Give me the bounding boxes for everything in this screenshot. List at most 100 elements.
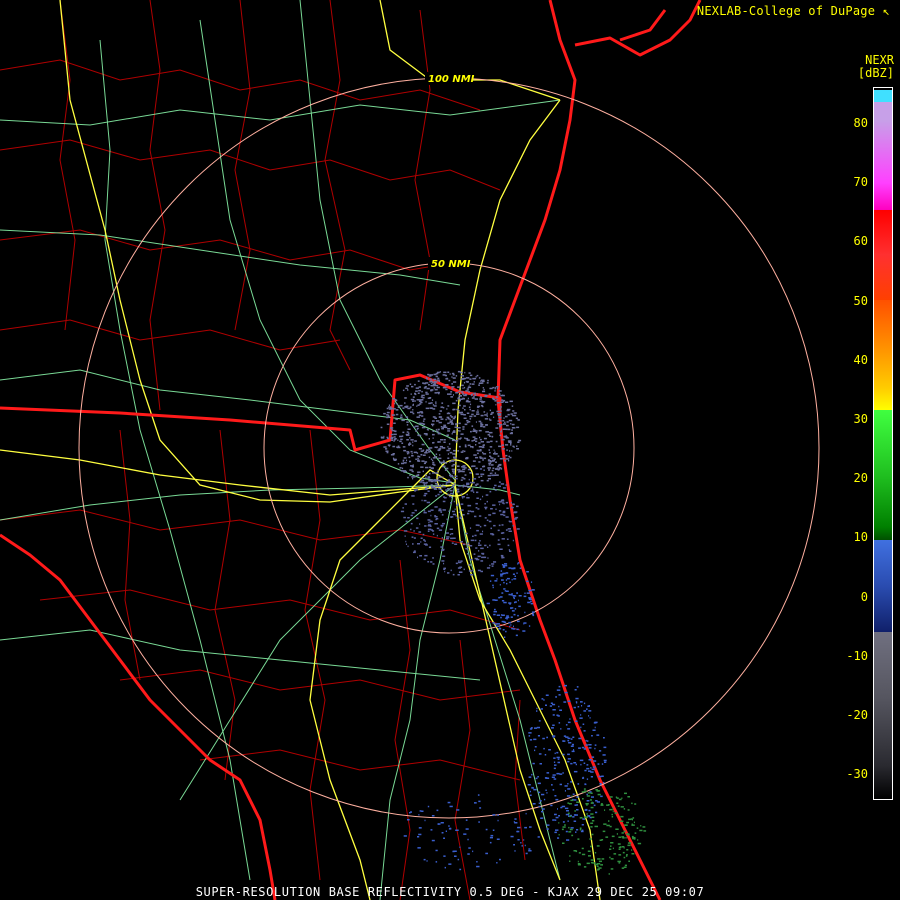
echo-pixel: [462, 377, 466, 380]
echo-pixel: [496, 862, 498, 864]
echo-pixel: [500, 483, 505, 485]
echo-pixel: [452, 417, 456, 420]
echo-pixel: [425, 474, 427, 477]
echo-pixel: [467, 510, 470, 512]
echo-pixel: [438, 509, 442, 512]
echo-pixel: [416, 517, 419, 520]
echo-pixel: [479, 540, 481, 542]
echo-pixel: [464, 444, 467, 446]
echo-pixel: [430, 458, 432, 460]
echo-pixel: [468, 391, 471, 393]
echo-pixel: [452, 463, 456, 466]
echo-pixel: [617, 805, 620, 807]
echo-pixel: [565, 830, 568, 833]
echo-pixel: [411, 512, 415, 514]
echo-pixel: [458, 561, 462, 564]
echo-pixel: [496, 614, 501, 616]
echo-pixel: [420, 401, 423, 404]
echo-pixel: [634, 803, 637, 805]
echo-pixel: [447, 422, 450, 424]
echo-pixel: [489, 387, 493, 390]
echo-pixel: [556, 772, 560, 775]
echo-pixel: [501, 429, 502, 431]
echo-pixel: [604, 809, 606, 811]
echo-pixel: [412, 409, 414, 411]
echo-pixel: [517, 839, 520, 841]
echo-pixel: [477, 508, 480, 510]
echo-pixel: [452, 850, 455, 853]
echo-pixel: [463, 477, 465, 480]
echo-pixel: [454, 415, 456, 417]
echo-pixel: [534, 727, 538, 729]
echo-pixel: [514, 518, 517, 520]
echo-pixel: [628, 860, 630, 862]
echo-pixel: [559, 709, 562, 711]
echo-pixel: [473, 415, 477, 417]
echo-pixel: [558, 815, 560, 817]
echo-pixel: [494, 472, 497, 474]
echo-pixel: [415, 425, 419, 427]
echo-pixel: [447, 418, 450, 420]
echo-pixel: [508, 621, 512, 624]
echo-pixel: [570, 781, 573, 783]
echo-pixel: [509, 450, 511, 452]
echo-pixel: [594, 825, 598, 828]
echo-pixel: [594, 747, 596, 750]
echo-pixel: [491, 565, 494, 567]
echo-pixel: [447, 405, 450, 407]
echo-pixel: [516, 505, 519, 508]
echo-pixel: [432, 420, 435, 422]
echo-pixel: [432, 442, 434, 444]
echo-pixel: [503, 502, 505, 505]
echo-pixel: [417, 404, 420, 406]
echo-pixel: [410, 393, 412, 395]
echo-pixel: [497, 455, 500, 457]
echo-pixel: [482, 451, 484, 454]
echo-pixel: [557, 758, 560, 760]
echo-pixel: [572, 736, 575, 738]
echo-pixel: [505, 579, 508, 581]
echo-pixel: [454, 477, 458, 480]
echo-pixel: [447, 412, 450, 414]
echo-pixel: [573, 850, 577, 852]
echo-pixel: [588, 855, 591, 857]
echo-pixel: [443, 837, 445, 839]
echo-pixel: [575, 697, 579, 700]
echo-pixel: [586, 764, 589, 766]
echo-pixel: [440, 418, 444, 420]
echo-pixel: [435, 428, 437, 431]
echo-pixel: [634, 832, 637, 834]
echo-pixel: [580, 701, 583, 703]
echo-pixel: [534, 749, 536, 752]
echo-pixel: [562, 753, 565, 756]
echo-pixel: [621, 867, 625, 869]
echo-pixel: [436, 483, 438, 486]
echo-pixel: [580, 714, 582, 716]
echo-pixel: [618, 854, 622, 856]
echo-pixel: [540, 708, 543, 710]
echo-pixel: [586, 800, 590, 802]
echo-pixel: [451, 386, 455, 388]
echo-pixel: [442, 548, 445, 551]
echo-pixel: [552, 774, 556, 776]
echo-pixel: [475, 507, 478, 509]
echo-pixel: [451, 439, 456, 442]
echo-pixel: [467, 512, 470, 515]
echo-pixel: [469, 383, 472, 385]
echo-pixel: [427, 490, 430, 492]
colorbar-tick: 60: [853, 234, 868, 249]
echo-pixel: [606, 824, 610, 827]
echo-pixel: [457, 469, 461, 471]
echo-pixel: [418, 389, 421, 392]
echo-pixel: [420, 454, 423, 456]
echo-pixel: [429, 466, 431, 469]
echo-pixel: [437, 377, 440, 380]
echo-pixel: [430, 561, 433, 563]
echo-pixel: [407, 428, 411, 430]
echo-pixel: [432, 408, 436, 410]
colorbar-segment-blue: [874, 540, 892, 632]
echo-pixel: [401, 435, 404, 437]
echo-pixel: [597, 869, 599, 871]
echo-pixel: [393, 459, 397, 461]
echo-pixel: [505, 458, 510, 460]
